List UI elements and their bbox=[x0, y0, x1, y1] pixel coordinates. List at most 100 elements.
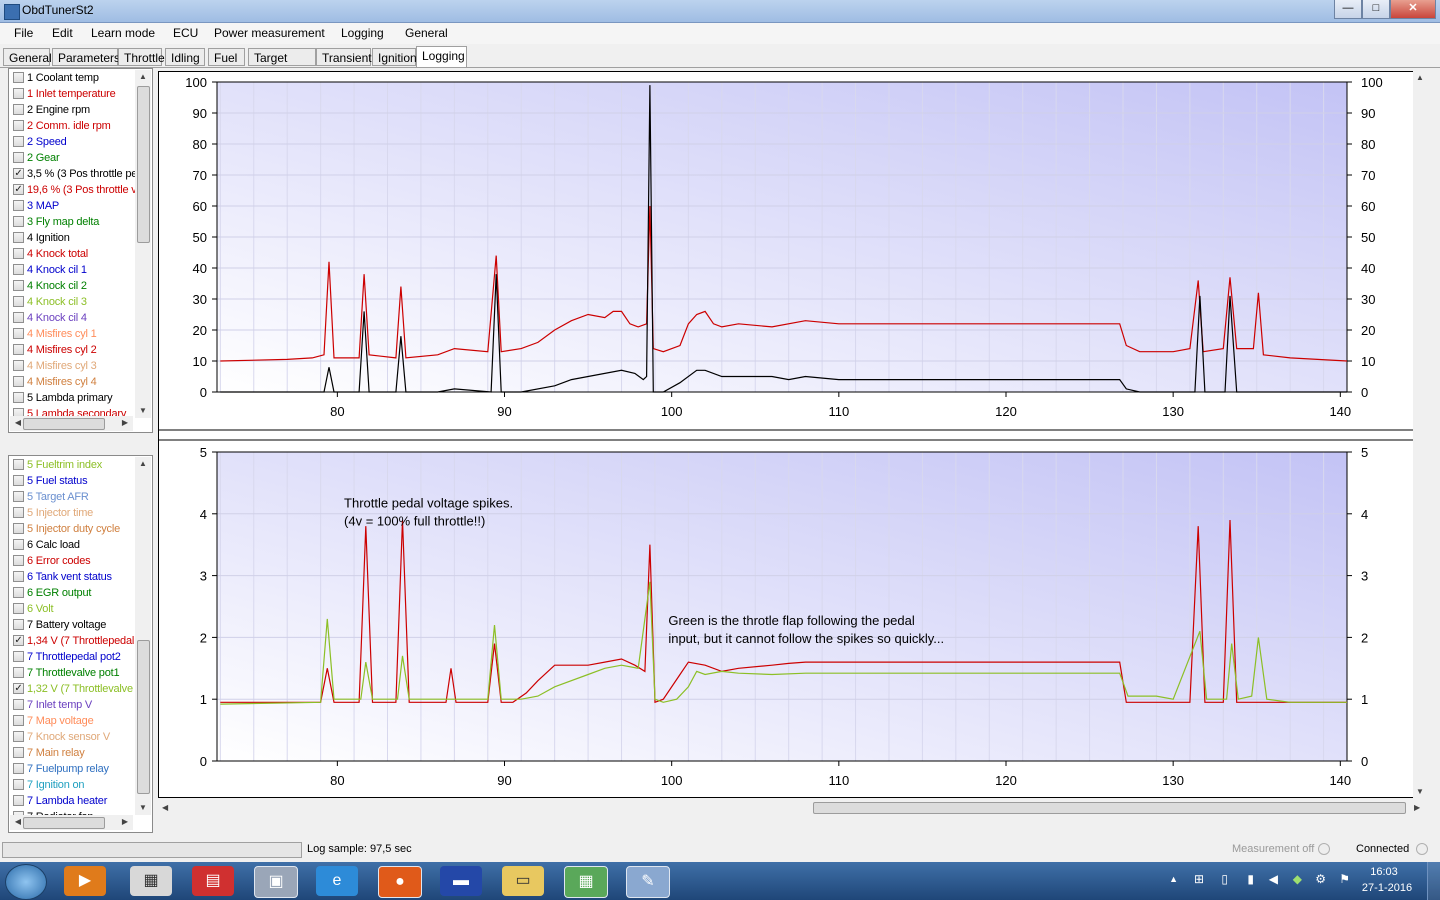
tray-settings-icon[interactable]: ⚙ bbox=[1315, 872, 1326, 886]
pdf-icon[interactable]: ▤ bbox=[192, 866, 234, 896]
signal-item[interactable]: 4 Knock cil 4 bbox=[10, 310, 142, 326]
signal-checkbox[interactable] bbox=[13, 120, 24, 131]
tab-general[interactable]: General bbox=[3, 48, 52, 66]
signal-checkbox[interactable] bbox=[13, 475, 24, 486]
signal-checkbox[interactable] bbox=[13, 459, 24, 470]
signal-checkbox[interactable] bbox=[13, 491, 24, 502]
signal-item[interactable]: 3 Fly map delta bbox=[10, 214, 142, 230]
signal-checkbox[interactable] bbox=[13, 715, 24, 726]
signal-checkbox[interactable] bbox=[13, 328, 24, 339]
signal-item[interactable]: 7 Knock sensor V bbox=[10, 729, 142, 745]
signal-checkbox[interactable] bbox=[13, 200, 24, 211]
clock-date[interactable]: 27-1-2016 bbox=[1356, 882, 1418, 894]
file-explorer-icon[interactable]: ▭ bbox=[502, 866, 544, 896]
signal-item[interactable]: 5 Fuel status bbox=[10, 473, 142, 489]
charts-hscroll[interactable]: ◀ ▶ bbox=[158, 800, 1426, 815]
maximize-button[interactable]: □ bbox=[1362, 0, 1390, 19]
tab-fuel[interactable]: Fuel bbox=[208, 48, 245, 66]
signal-checkbox[interactable] bbox=[13, 248, 24, 259]
scroll-right-arrow-icon[interactable]: ▶ bbox=[117, 815, 133, 829]
signal-checkbox[interactable] bbox=[13, 539, 24, 550]
scroll-up-arrow-icon[interactable]: ▲ bbox=[135, 70, 151, 84]
tray-app-icon[interactable]: ◆ bbox=[1293, 872, 1302, 886]
signal-checkbox[interactable] bbox=[13, 312, 24, 323]
media-player-icon[interactable]: ▶ bbox=[64, 866, 106, 896]
signal-list-bottom-hscroll[interactable]: ◀ ▶ bbox=[10, 815, 133, 830]
charts-svg[interactable]: 0 010 1020 2030 3040 4050 5060 6070 7080 8090 9010… bbox=[159, 72, 1425, 797]
signal-item[interactable]: 7 Ignition on bbox=[10, 777, 142, 793]
internet-explorer-icon[interactable]: e bbox=[316, 866, 358, 896]
scroll-up-arrow-icon[interactable]: ▲ bbox=[1413, 73, 1427, 82]
signal-item[interactable]: 2 Engine rpm bbox=[10, 102, 142, 118]
tray-flag-icon[interactable]: ⚑ bbox=[1339, 872, 1350, 886]
signal-list-bottom-vscroll[interactable]: ▲ ▼ bbox=[135, 457, 151, 815]
signal-item[interactable]: 7 Throttlevalve pot1 bbox=[10, 665, 142, 681]
signal-item[interactable]: 4 Knock total bbox=[10, 246, 142, 262]
scroll-right-arrow-icon[interactable]: ▶ bbox=[117, 416, 133, 430]
battery-icon[interactable]: ▯ bbox=[1221, 872, 1228, 886]
signal-checkbox[interactable] bbox=[13, 232, 24, 243]
signal-item[interactable]: 5 Injector time bbox=[10, 505, 142, 521]
tab-parameters[interactable]: Parameters bbox=[52, 48, 120, 66]
signal-item[interactable]: 4 Misfires cyl 2 bbox=[10, 342, 142, 358]
signal-item[interactable]: 2 Gear bbox=[10, 150, 142, 166]
screenshot-tool-icon[interactable]: ▣ bbox=[254, 866, 298, 898]
menu-power-measurement[interactable]: Power measurement bbox=[214, 26, 325, 40]
signal-item[interactable]: ✓ 1,32 V (7 Throttlevalve bbox=[10, 681, 142, 697]
signal-checkbox[interactable] bbox=[13, 747, 24, 758]
signal-checkbox[interactable] bbox=[13, 104, 24, 115]
signal-checkbox[interactable] bbox=[13, 651, 24, 662]
signal-item[interactable]: ✓ 19,6 % (3 Pos throttle v bbox=[10, 182, 142, 198]
signal-item[interactable]: 7 Lambda heater bbox=[10, 793, 142, 809]
signal-checkbox[interactable] bbox=[13, 507, 24, 518]
signal-item[interactable]: 6 Error codes bbox=[10, 553, 142, 569]
show-desktop-button[interactable] bbox=[1427, 862, 1440, 900]
signal-item[interactable]: ✓ 3,5 % (3 Pos throttle pe bbox=[10, 166, 142, 182]
signal-item[interactable]: 2 Comm. idle rpm bbox=[10, 118, 142, 134]
signal-checkbox[interactable]: ✓ bbox=[13, 168, 24, 179]
network-signal-icon[interactable]: ▮ bbox=[1247, 872, 1254, 886]
signal-checkbox[interactable] bbox=[13, 392, 24, 403]
signal-item[interactable]: 6 EGR output bbox=[10, 585, 142, 601]
scroll-thumb[interactable] bbox=[137, 640, 150, 794]
signal-checkbox[interactable] bbox=[13, 795, 24, 806]
tab-target-afr[interactable]: Target AFR bbox=[248, 48, 316, 83]
volume-icon[interactable]: ◀ bbox=[1269, 872, 1278, 886]
signal-item[interactable]: 5 Lambda primary bbox=[10, 390, 142, 406]
signal-checkbox[interactable]: ✓ bbox=[13, 184, 24, 195]
signal-item[interactable]: 4 Misfires cyl 1 bbox=[10, 326, 142, 342]
signal-checkbox[interactable] bbox=[13, 587, 24, 598]
signal-item[interactable]: 4 Misfires cyl 4 bbox=[10, 374, 142, 390]
spreadsheet-icon[interactable]: ▦ bbox=[564, 866, 608, 898]
signal-checkbox[interactable] bbox=[13, 779, 24, 790]
signal-item[interactable]: 7 Battery voltage bbox=[10, 617, 142, 633]
windows-flag-icon[interactable]: ⊞ bbox=[1194, 872, 1204, 886]
scroll-down-arrow-icon[interactable]: ▼ bbox=[135, 404, 151, 418]
signal-checkbox[interactable] bbox=[13, 763, 24, 774]
menu-logging[interactable]: Logging bbox=[341, 26, 384, 40]
signal-checkbox[interactable] bbox=[13, 152, 24, 163]
signal-item[interactable]: 4 Knock cil 1 bbox=[10, 262, 142, 278]
signal-checkbox[interactable] bbox=[13, 555, 24, 566]
scroll-up-arrow-icon[interactable]: ▲ bbox=[135, 457, 151, 471]
close-button[interactable]: ✕ bbox=[1390, 0, 1436, 19]
signal-item[interactable]: 7 Map voltage bbox=[10, 713, 142, 729]
hscroll-thumb[interactable] bbox=[813, 802, 1406, 814]
charts-vscroll[interactable]: ▲ ▼ bbox=[1413, 71, 1427, 798]
signal-item[interactable]: 3 MAP bbox=[10, 198, 142, 214]
tray-expand-icon[interactable]: ▲ bbox=[1169, 874, 1178, 884]
tab-throttle[interactable]: Throttle bbox=[118, 48, 165, 66]
tab-transient[interactable]: Transient bbox=[316, 48, 372, 66]
signal-item[interactable]: 6 Tank vent status bbox=[10, 569, 142, 585]
minimize-button[interactable]: — bbox=[1334, 0, 1362, 19]
signal-checkbox[interactable] bbox=[13, 296, 24, 307]
scroll-down-arrow-icon[interactable]: ▼ bbox=[135, 801, 151, 815]
save-disk-icon[interactable]: ▬ bbox=[440, 866, 482, 896]
tab-logging[interactable]: Logging bbox=[416, 46, 467, 68]
signal-checkbox[interactable] bbox=[13, 264, 24, 275]
signal-item[interactable]: 1 Coolant temp bbox=[10, 70, 142, 86]
signal-item[interactable]: 4 Misfires cyl 3 bbox=[10, 358, 142, 374]
signal-list-top-vscroll[interactable]: ▲ ▼ bbox=[135, 70, 151, 418]
signal-checkbox[interactable] bbox=[13, 699, 24, 710]
signal-item[interactable]: ✓ 1,34 V (7 Throttlepedal bbox=[10, 633, 142, 649]
